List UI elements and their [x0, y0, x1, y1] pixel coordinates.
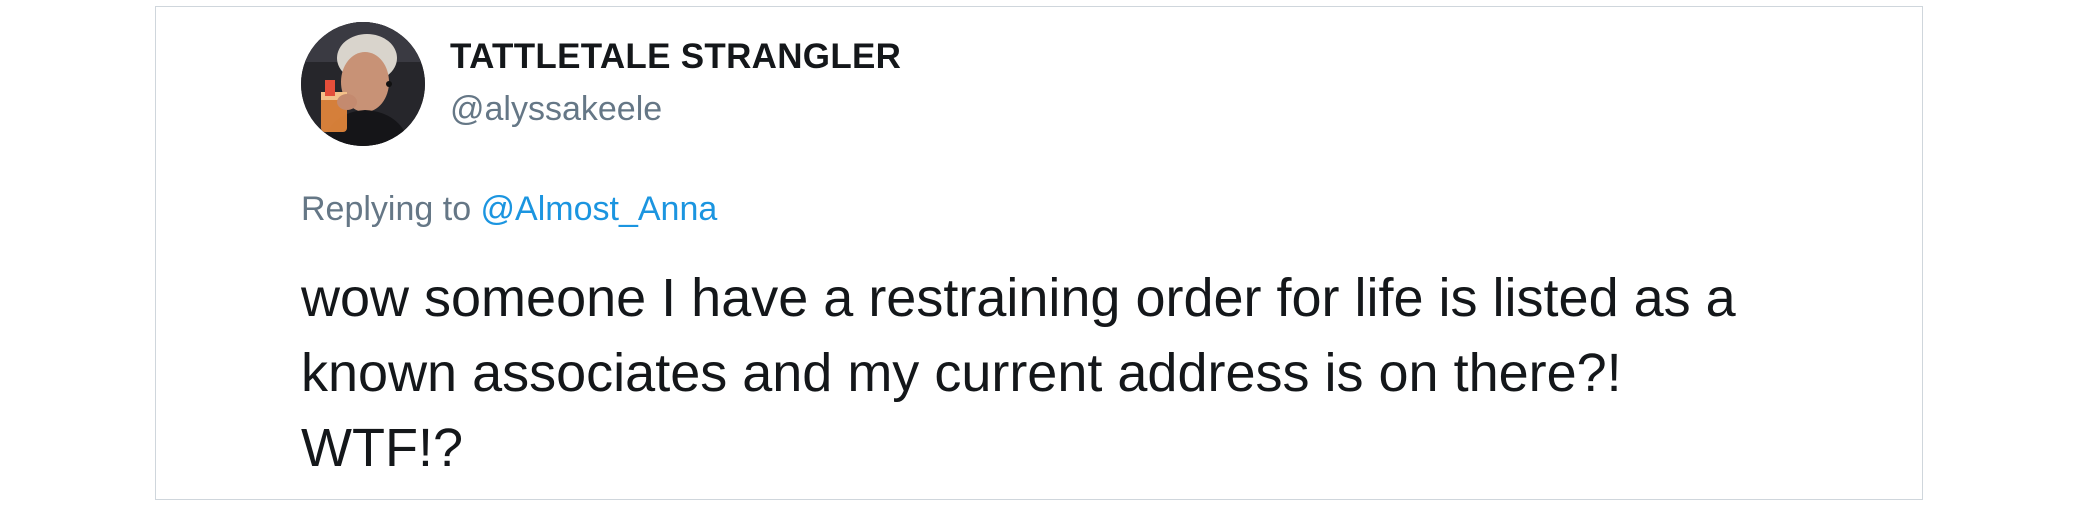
display-name[interactable]: TATTLETALE STRANGLER	[450, 37, 901, 77]
replying-to-label: Replying to	[301, 190, 481, 228]
replying-to-link[interactable]: @Almost_Anna	[481, 190, 718, 228]
user-handle[interactable]: @alyssakeele	[450, 90, 662, 129]
replying-to-line: Replying to @Almost_Anna	[301, 190, 717, 229]
tweet-card: TATTLETALE STRANGLER @alyssakeele Replyi…	[155, 6, 1923, 500]
tweet-text: wow someone I have a restraining order f…	[301, 268, 1736, 478]
avatar-photo-icon	[301, 22, 425, 146]
avatar[interactable]	[301, 22, 425, 146]
